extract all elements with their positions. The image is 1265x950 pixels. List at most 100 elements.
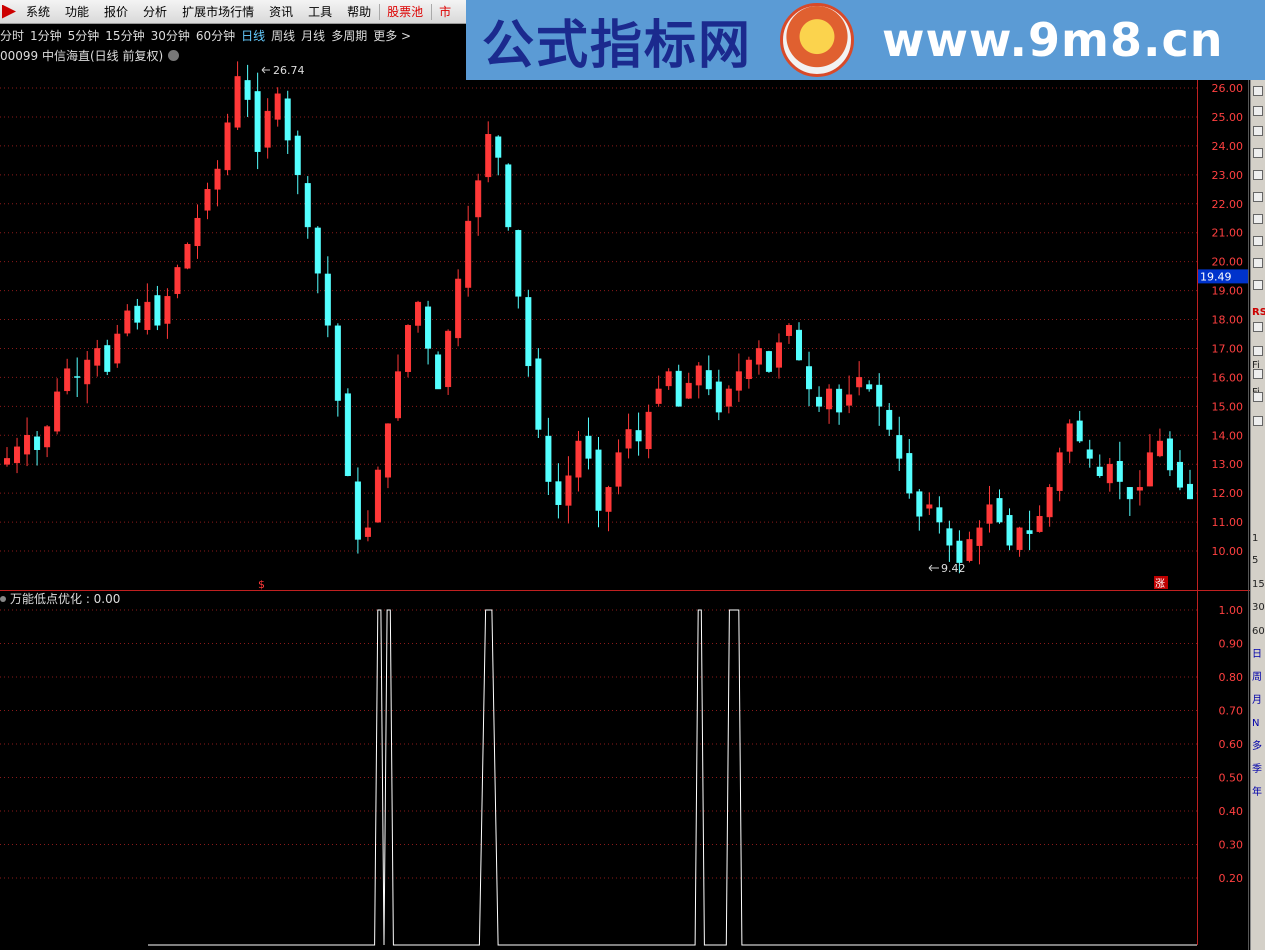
watermark-banner: 公式指标网 www.9m8.cn bbox=[466, 0, 1265, 80]
candle-body bbox=[1016, 527, 1023, 550]
chart-area[interactable]: 10.00 11.00 12.00 13.00 14.00 15.00 16.00 17.00… bbox=[0, 0, 1250, 950]
indicator-tick-label: 0.40 bbox=[1219, 805, 1244, 818]
toolbar-icon[interactable] bbox=[1253, 346, 1263, 356]
indicator-tick-label: 0.30 bbox=[1219, 839, 1244, 852]
candle-body bbox=[615, 452, 622, 487]
indicator-tick-label: 0.70 bbox=[1219, 705, 1244, 718]
candle-body bbox=[966, 539, 973, 561]
candle-body bbox=[254, 91, 261, 152]
candle-body bbox=[154, 295, 161, 326]
candle-body bbox=[1036, 516, 1043, 532]
toolbar-icon[interactable] bbox=[1253, 214, 1263, 224]
toolbar-icon[interactable] bbox=[1253, 236, 1263, 246]
candle-body bbox=[525, 297, 532, 367]
candle-body bbox=[745, 359, 752, 380]
chart-axes: 10.00 11.00 12.00 13.00 14.00 15.00 16.00 17.00… bbox=[0, 70, 1250, 950]
toolbar-icon[interactable] bbox=[1253, 392, 1263, 402]
candle-body bbox=[234, 76, 241, 128]
toolbar-icon[interactable] bbox=[1253, 280, 1263, 290]
price-tick-label: 18.00 bbox=[1212, 314, 1244, 327]
right-tool-8[interactable]: 日 bbox=[1252, 647, 1265, 662]
candle-body bbox=[184, 244, 191, 269]
low-price-label: 9.42 bbox=[941, 562, 966, 575]
chart-labels: 19.49 26.74 9.42 $ 涨万能低点优化 : 0.00 bbox=[0, 64, 1248, 606]
candle-body bbox=[1176, 461, 1183, 488]
price-tick-label: 25.00 bbox=[1212, 111, 1244, 124]
candle-body bbox=[124, 310, 131, 334]
toolbar-icon[interactable] bbox=[1253, 369, 1263, 379]
right-tool-4[interactable]: 5 bbox=[1252, 553, 1265, 568]
candle-body bbox=[1116, 460, 1123, 482]
toolbar-icon[interactable] bbox=[1253, 322, 1263, 332]
candle-body bbox=[685, 382, 692, 399]
candle-body bbox=[645, 411, 652, 450]
candle-body bbox=[725, 388, 732, 407]
right-tool-7[interactable]: 60 bbox=[1252, 624, 1265, 639]
signal-marker-dollar: $ bbox=[258, 578, 265, 591]
price-tick-label: 16.00 bbox=[1212, 371, 1244, 384]
candle-body bbox=[164, 296, 171, 324]
candle-body bbox=[775, 342, 782, 368]
candle-body bbox=[425, 306, 432, 349]
candle-body bbox=[114, 333, 121, 364]
right-tool-0[interactable]: RS bbox=[1252, 305, 1265, 320]
candle-body bbox=[765, 351, 772, 372]
candle-body bbox=[675, 370, 682, 407]
right-tool-13[interactable]: 季 bbox=[1252, 762, 1265, 777]
toolbar-icon[interactable] bbox=[1253, 126, 1263, 136]
candle-body bbox=[445, 330, 452, 388]
toolbar-icon[interactable] bbox=[1253, 170, 1263, 180]
candle-body bbox=[1026, 530, 1033, 534]
toolbar-icon[interactable] bbox=[1253, 106, 1263, 116]
candle-body bbox=[996, 498, 1003, 523]
candle-body bbox=[405, 325, 412, 372]
toolbar-icon[interactable] bbox=[1253, 416, 1263, 426]
high-price-label: 26.74 bbox=[273, 64, 305, 77]
candle-body bbox=[585, 435, 592, 459]
right-tool-5[interactable]: 15 bbox=[1252, 577, 1265, 592]
candle-body bbox=[695, 365, 702, 386]
price-tick-label: 24.00 bbox=[1212, 140, 1244, 153]
indicator-tick-label: 0.20 bbox=[1219, 872, 1244, 885]
candle-body bbox=[1106, 463, 1113, 484]
toolbar-icon[interactable] bbox=[1253, 258, 1263, 268]
candle-body bbox=[665, 371, 672, 387]
right-tool-3[interactable]: 1 bbox=[1252, 531, 1265, 546]
candle-body bbox=[314, 227, 321, 274]
candle-body bbox=[705, 370, 712, 390]
toolbar-icon[interactable] bbox=[1253, 148, 1263, 158]
candle-body bbox=[274, 93, 281, 120]
right-tool-11[interactable]: N bbox=[1252, 716, 1265, 731]
price-tick-label: 11.00 bbox=[1212, 516, 1244, 529]
candle-body bbox=[194, 217, 201, 247]
candle-body bbox=[735, 371, 742, 391]
candle-body bbox=[755, 348, 762, 365]
candle-body bbox=[334, 325, 341, 401]
indicator-tick-label: 0.90 bbox=[1219, 638, 1244, 651]
indicator-dot-icon bbox=[0, 596, 6, 602]
indicator-title: 万能低点优化 : 0.00 bbox=[10, 592, 120, 606]
candle-body bbox=[1096, 466, 1103, 477]
high-arrow-icon bbox=[261, 66, 270, 74]
watermark-logo-icon bbox=[780, 3, 855, 77]
indicator-tick-label: 1.00 bbox=[1219, 604, 1244, 617]
candle-body bbox=[475, 180, 482, 218]
candle-body bbox=[785, 325, 792, 336]
candle-body bbox=[84, 359, 91, 385]
candle-body bbox=[1166, 438, 1173, 471]
toolbar-icon[interactable] bbox=[1253, 86, 1263, 96]
right-tool-10[interactable]: 月 bbox=[1252, 693, 1265, 708]
candle-body bbox=[44, 426, 51, 448]
price-tick-label: 12.00 bbox=[1212, 487, 1244, 500]
candle-body bbox=[946, 528, 953, 546]
right-tool-14[interactable]: 年 bbox=[1252, 785, 1265, 800]
candle-body bbox=[1156, 440, 1163, 457]
price-tick-label: 13.00 bbox=[1212, 458, 1244, 471]
price-tick-label: 14.00 bbox=[1212, 429, 1244, 442]
candle-body bbox=[214, 168, 221, 190]
right-tool-12[interactable]: 多 bbox=[1252, 739, 1265, 754]
toolbar-icon[interactable] bbox=[1253, 192, 1263, 202]
right-tool-9[interactable]: 周 bbox=[1252, 670, 1265, 685]
candle-body bbox=[625, 429, 632, 449]
right-tool-6[interactable]: 30 bbox=[1252, 600, 1265, 615]
